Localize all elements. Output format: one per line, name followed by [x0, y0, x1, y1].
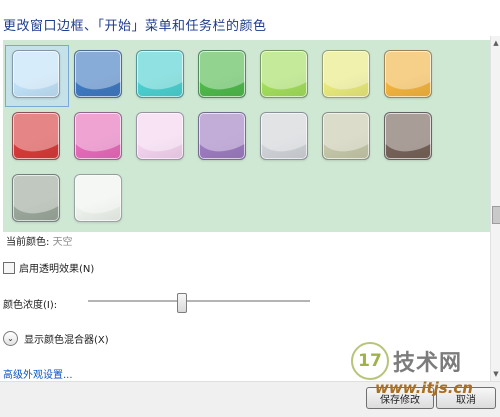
color-swatch-ruby[interactable]	[12, 112, 60, 160]
scrollbar-thumb[interactable]	[492, 206, 500, 224]
current-color-label: 当前颜色:	[6, 237, 50, 248]
color-swatch-frost[interactable]	[74, 174, 122, 222]
watermark: 17 技术网	[351, 342, 462, 380]
advanced-appearance-link[interactable]: 高级外观设置...	[3, 366, 73, 381]
color-swatch-sky[interactable]	[12, 50, 60, 98]
current-color-value: 天空	[52, 237, 73, 248]
color-swatch-blush[interactable]	[136, 112, 184, 160]
color-intensity-thumb[interactable]	[177, 293, 188, 313]
watermark-url: www.itjs.cn	[375, 379, 473, 397]
color-swatch-taupe[interactable]	[322, 112, 370, 160]
color-swatch-sea[interactable]	[136, 50, 184, 98]
current-color-readout: 当前颜色: 天空	[6, 233, 73, 248]
scroll-up-icon[interactable]: ▲	[491, 36, 500, 50]
color-swatch-pumpkin[interactable]	[384, 50, 432, 98]
color-mixer-toggle[interactable]: ⌄ 显示颜色混合器(X)	[3, 331, 109, 346]
color-swatch-lemon[interactable]	[322, 50, 370, 98]
color-swatch-slate[interactable]	[12, 174, 60, 222]
color-mixer-label: 显示颜色混合器(X)	[24, 335, 109, 346]
color-intensity-label: 颜色浓度(I):	[3, 300, 58, 311]
scroll-down-icon[interactable]: ▼	[491, 367, 500, 381]
vertical-scrollbar[interactable]: ▲ ▼	[490, 36, 500, 381]
page-title: 更改窗口边框、「开始」菜单和任务栏的颜色	[3, 19, 267, 34]
transparency-checkbox[interactable]	[3, 261, 15, 274]
color-swatch-lavender[interactable]	[260, 112, 308, 160]
transparency-option[interactable]: 启用透明效果(N)	[3, 260, 94, 275]
transparency-label: 启用透明效果(N)	[19, 264, 95, 275]
color-swatch-chocolate[interactable]	[384, 112, 432, 160]
watermark-text: 技术网	[393, 351, 463, 376]
color-swatch-lime[interactable]	[260, 50, 308, 98]
color-swatch-fuchsia[interactable]	[74, 112, 122, 160]
color-swatch-violet[interactable]	[198, 112, 246, 160]
color-intensity-track[interactable]	[88, 300, 310, 303]
color-swatch-twilight[interactable]	[74, 50, 122, 98]
color-swatch-leaf[interactable]	[198, 50, 246, 98]
chevron-down-icon[interactable]: ⌄	[3, 331, 18, 346]
watermark-logo-icon: 17	[351, 342, 389, 380]
